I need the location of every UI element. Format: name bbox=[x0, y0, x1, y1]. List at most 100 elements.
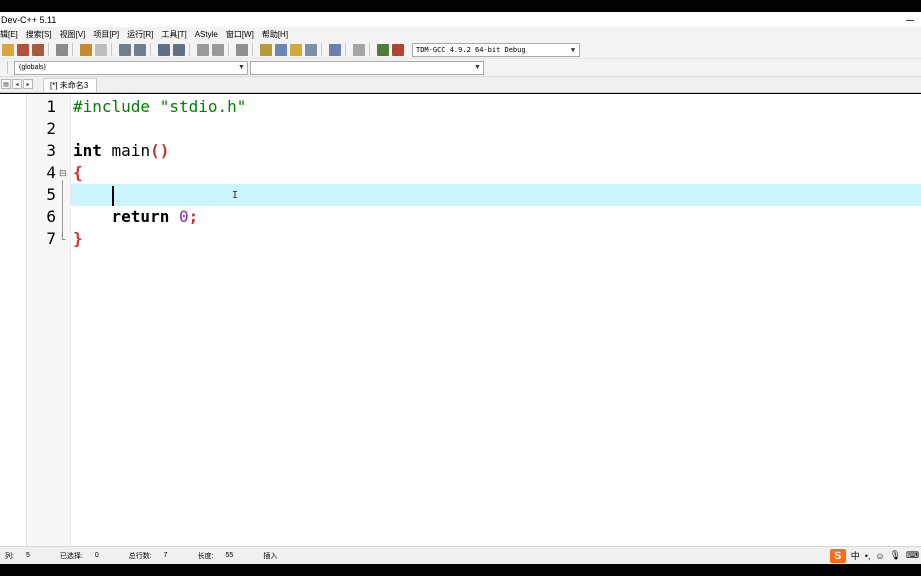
menu-tools[interactable]: 工具[T] bbox=[157, 29, 190, 40]
menu-help[interactable]: 帮助[H] bbox=[258, 29, 292, 40]
ime-punctuation[interactable]: •, bbox=[865, 551, 871, 561]
minimize-icon[interactable] bbox=[905, 15, 915, 25]
title-bar: Dev-C++ 5.11 bbox=[0, 12, 921, 27]
compile-icon[interactable] bbox=[260, 43, 272, 56]
menu-view[interactable]: 视图[V] bbox=[56, 29, 90, 40]
text-caret bbox=[112, 186, 114, 206]
toggle-comment-icon[interactable] bbox=[236, 43, 248, 56]
find-icon[interactable] bbox=[119, 43, 131, 56]
menu-edit[interactable]: 辑[E] bbox=[0, 29, 22, 40]
status-lines: 总行数: 7 bbox=[128, 552, 168, 560]
current-line-highlight bbox=[71, 184, 921, 206]
code-editor[interactable]: I #include "stdio.h" int main(){ return 0… bbox=[71, 94, 921, 546]
microphone-icon[interactable]: 🎙 bbox=[890, 550, 901, 561]
emoji-icon[interactable]: ☺ bbox=[875, 551, 884, 561]
run-icon[interactable] bbox=[275, 43, 287, 56]
line-number: 1 bbox=[46, 97, 56, 116]
menu-search[interactable]: 搜索[S] bbox=[22, 29, 56, 40]
status-length-value: 55 bbox=[225, 552, 234, 559]
ibeam-cursor-icon: I bbox=[232, 190, 239, 201]
toolbar-separator bbox=[150, 43, 151, 56]
code-token: { bbox=[73, 163, 83, 182]
panel-toggle-icon[interactable]: ▤ bbox=[1, 79, 11, 89]
tab-untitled3[interactable]: [*] 未命名3 bbox=[43, 78, 98, 92]
profile-icon[interactable] bbox=[377, 43, 389, 56]
indent-icon[interactable] bbox=[197, 43, 209, 56]
arrow-left-icon[interactable]: ◂ bbox=[12, 79, 22, 89]
fold-end-icon: └ bbox=[59, 234, 66, 244]
line-number-gutter[interactable]: ⊟ └ 1 2 3 4 5 6 7 bbox=[27, 94, 71, 546]
code-line[interactable]: #include "stdio.h" bbox=[73, 96, 246, 118]
code-token: ; bbox=[188, 207, 199, 226]
toolbar-separator bbox=[228, 43, 229, 56]
main-toolbar: TDM-GCC 4.9.2 64-bit Debug ▼ bbox=[0, 41, 921, 59]
save-all-icon[interactable] bbox=[32, 43, 44, 56]
symbol-select[interactable]: ▼ bbox=[250, 60, 484, 75]
print-icon[interactable] bbox=[56, 43, 68, 56]
file-tab-label: [*] 未命名3 bbox=[50, 81, 89, 90]
code-line[interactable]: } bbox=[73, 228, 83, 250]
menu-bar: 辑[E] 搜索[S] 视图[V] 项目[P] 运行[R] 工具[T] AStyl… bbox=[0, 27, 921, 41]
code-token: main bbox=[101, 141, 151, 160]
code-line[interactable]: { bbox=[73, 162, 83, 184]
unindent-icon[interactable] bbox=[212, 43, 224, 56]
toolbar-separator bbox=[321, 43, 322, 56]
toolbar-separator bbox=[252, 43, 253, 56]
code-line[interactable]: int main() bbox=[73, 140, 169, 162]
status-insert-mode: 插入 bbox=[263, 552, 278, 560]
fold-toggle-icon[interactable]: ⊟ bbox=[59, 162, 67, 184]
status-lines-value: 7 bbox=[163, 552, 168, 559]
compiler-select-value: TDM-GCC 4.9.2 64-bit Debug bbox=[416, 45, 526, 54]
undo-icon[interactable] bbox=[80, 43, 92, 56]
toolbar-separator bbox=[7, 61, 8, 74]
project-panel[interactable] bbox=[0, 94, 27, 546]
menu-window[interactable]: 窗口[W] bbox=[222, 29, 258, 40]
code-token: } bbox=[73, 229, 83, 248]
code-token: return bbox=[111, 207, 170, 226]
compile-run-icon[interactable] bbox=[290, 43, 302, 56]
ime-toolbar: S 中 •, ☺ 🎙 ⌨ bbox=[829, 548, 921, 563]
line-number: 2 bbox=[46, 119, 56, 138]
code-token: int bbox=[73, 141, 102, 160]
line-number: 7 bbox=[46, 229, 56, 248]
open-project-icon[interactable] bbox=[2, 43, 14, 56]
video-letterbox-bottom bbox=[0, 564, 921, 576]
status-col: 列: 5 bbox=[5, 552, 30, 560]
toolbar-separator bbox=[48, 43, 49, 56]
rebuild-icon[interactable] bbox=[305, 43, 317, 56]
debug-icon[interactable] bbox=[392, 43, 404, 56]
arrow-right-icon[interactable]: ▸ bbox=[23, 79, 33, 89]
scope-select-value: (globals) bbox=[19, 64, 46, 71]
code-line[interactable]: return 0; bbox=[73, 206, 199, 228]
menu-project[interactable]: 项目[P] bbox=[89, 29, 123, 40]
bookmark-icon[interactable] bbox=[173, 43, 185, 56]
toolbar-separator bbox=[345, 43, 346, 56]
replace-icon[interactable] bbox=[134, 43, 146, 56]
compiler-select[interactable]: TDM-GCC 4.9.2 64-bit Debug ▼ bbox=[412, 42, 580, 57]
save-icon[interactable] bbox=[17, 43, 29, 56]
window-controls bbox=[905, 15, 921, 25]
chevron-down-icon: ▼ bbox=[474, 64, 481, 71]
sogou-ime-logo[interactable]: S bbox=[829, 548, 846, 563]
scope-select[interactable]: (globals) ▼ bbox=[14, 60, 248, 75]
status-selected: 已选择: 0 bbox=[59, 552, 99, 560]
ime-language[interactable]: 中 bbox=[851, 549, 860, 562]
window-title: Dev-C++ 5.11 bbox=[1, 14, 57, 25]
redo-icon[interactable] bbox=[95, 43, 107, 56]
toolbar-separator bbox=[369, 43, 370, 56]
code-token: #include "stdio.h" bbox=[73, 97, 247, 116]
menu-astyle[interactable]: AStyle bbox=[191, 30, 222, 39]
toolbar-separator bbox=[189, 43, 190, 56]
tab-nav-buttons: ▤ ◂ ▸ bbox=[0, 77, 33, 91]
status-col-value: 5 bbox=[25, 552, 30, 559]
keyboard-icon[interactable]: ⌨ bbox=[906, 550, 919, 561]
stop-execution-icon[interactable] bbox=[353, 43, 365, 56]
toolbar-separator bbox=[111, 43, 112, 56]
chevron-down-icon: ▼ bbox=[238, 64, 245, 71]
goto-line-icon[interactable] bbox=[158, 43, 170, 56]
video-letterbox-top bbox=[0, 0, 921, 12]
menu-run[interactable]: 运行[R] bbox=[123, 29, 157, 40]
syntax-check-icon[interactable] bbox=[329, 43, 341, 56]
